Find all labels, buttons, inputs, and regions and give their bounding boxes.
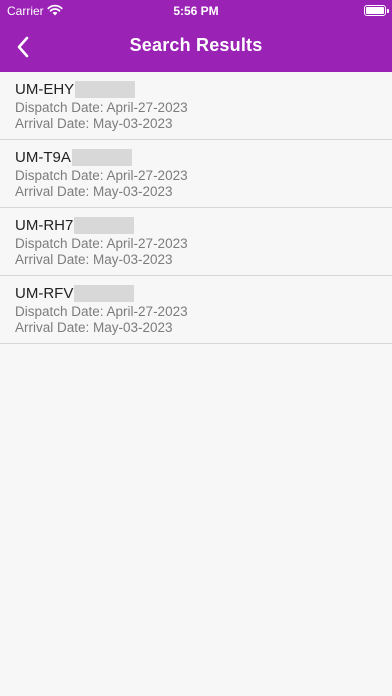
search-results-list: UM-EHY Dispatch Date: April-27-2023 Arri…	[0, 72, 392, 344]
list-item[interactable]: UM-RH7 Dispatch Date: April-27-2023 Arri…	[0, 208, 392, 276]
page-title: Search Results	[129, 35, 263, 55]
redacted-block	[74, 284, 135, 302]
dispatch-date: Dispatch Date: April-27-2023	[15, 236, 188, 251]
battery-icon	[364, 5, 389, 16]
redacted-block	[74, 216, 135, 234]
shipment-id: UM-RFV	[15, 284, 74, 302]
shipment-id: UM-RH7	[15, 216, 74, 234]
app-header: Carrier 5:56 PM Search Results	[0, 0, 392, 72]
list-item[interactable]: UM-T9A Dispatch Date: April-27-2023 Arri…	[0, 140, 392, 208]
dispatch-date: Dispatch Date: April-27-2023	[15, 168, 188, 183]
dispatch-date: Dispatch Date: April-27-2023	[15, 100, 188, 115]
arrival-date: Arrival Date: May-03-2023	[15, 252, 173, 267]
arrival-date: Arrival Date: May-03-2023	[15, 320, 173, 335]
list-item[interactable]: UM-RFV Dispatch Date: April-27-2023 Arri…	[0, 276, 392, 344]
clock-time: 5:56 PM	[173, 4, 219, 18]
list-item[interactable]: UM-EHY Dispatch Date: April-27-2023 Arri…	[0, 72, 392, 140]
shipment-id: UM-EHY	[15, 80, 75, 98]
arrival-date: Arrival Date: May-03-2023	[15, 184, 173, 199]
navigation-bar: Search Results	[0, 22, 392, 72]
redacted-block	[75, 80, 136, 98]
arrival-date: Arrival Date: May-03-2023	[15, 116, 173, 131]
status-bar: Carrier 5:56 PM	[0, 0, 392, 22]
redacted-block	[71, 148, 132, 166]
dispatch-date: Dispatch Date: April-27-2023	[15, 304, 188, 319]
shipment-id: UM-T9A	[15, 148, 71, 166]
